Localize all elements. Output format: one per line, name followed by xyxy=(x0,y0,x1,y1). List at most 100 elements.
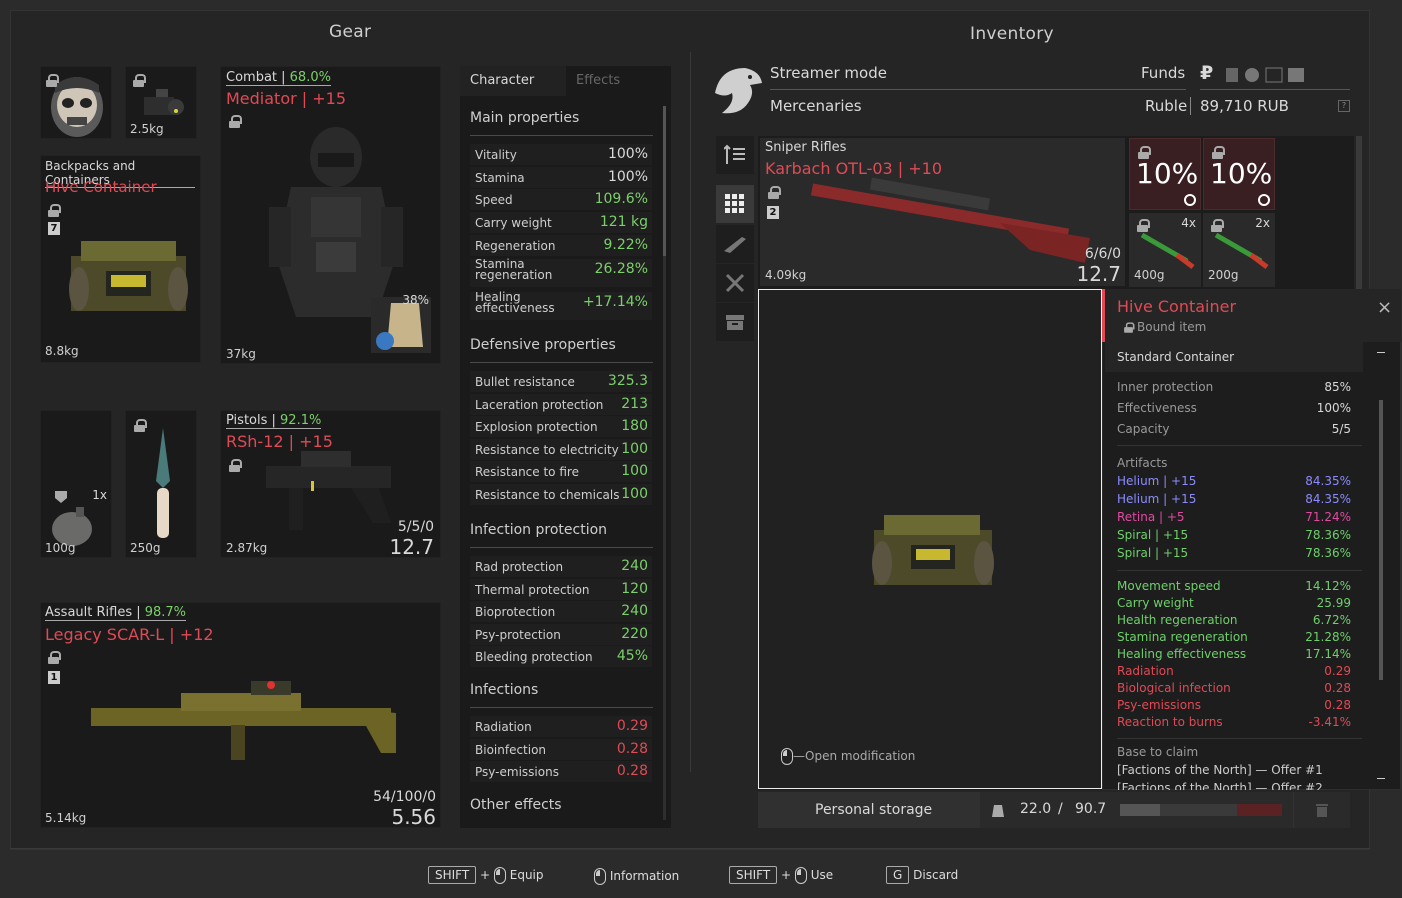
info-value: 84.35% xyxy=(1305,492,1351,506)
grid-view-button[interactable] xyxy=(716,185,754,223)
lock-icon xyxy=(133,74,146,87)
energy-cell-item[interactable]: 10% xyxy=(1203,138,1275,210)
grenade-count: 1x xyxy=(92,488,107,502)
mouse-icon xyxy=(781,748,793,765)
sort-icon xyxy=(724,144,745,164)
info-key: Biological infection xyxy=(1117,681,1231,695)
property-name: Stamina regeneration xyxy=(475,257,553,282)
info-row: Helium | +15 84.35% xyxy=(1117,474,1351,491)
lock-icon xyxy=(1124,322,1135,333)
property-value: 26.28% xyxy=(594,261,648,277)
lock-icon xyxy=(768,186,781,199)
collapse-icon[interactable] xyxy=(1377,352,1385,353)
info-row: Effectiveness 100% xyxy=(1117,401,1351,418)
rifle-icon xyxy=(724,237,746,253)
backpack-slot[interactable]: Backpacks and Containers Hive Container … xyxy=(40,155,201,363)
rifle-name: Legacy SCAR-L | +12 xyxy=(45,625,214,644)
info-scrollbar[interactable] xyxy=(1379,400,1383,680)
property-name: Psy-emissions xyxy=(475,765,559,780)
tools-filter-button[interactable] xyxy=(716,264,754,302)
rifle-category: Assault Rifles | 98.7% xyxy=(45,605,187,621)
info-row: Healing effectiveness 17.14% xyxy=(1117,647,1351,664)
info-key: Spiral | +15 xyxy=(1117,546,1189,560)
device-slot[interactable]: 2.5kg xyxy=(125,66,197,139)
open-modification-hint[interactable]: —Open modification xyxy=(781,748,915,765)
item-weight: 200g xyxy=(1208,268,1239,282)
sniper-rifle-icon xyxy=(810,177,1090,263)
rifle-slot[interactable]: Assault Rifles | 98.7% Legacy SCAR-L | +… xyxy=(40,602,441,829)
streamer-mode-label[interactable]: Streamer mode xyxy=(770,64,887,82)
inventory-scrollbar[interactable] xyxy=(1356,136,1362,289)
current-weight: 22.0 xyxy=(1020,801,1052,817)
info-value: 14.12% xyxy=(1305,579,1351,593)
tab-effects[interactable]: Effects xyxy=(576,73,620,88)
backpack-name: Hive Container xyxy=(45,178,157,196)
info-key: Retina | +5 xyxy=(1117,510,1185,524)
container-type-label: Standard Container xyxy=(1117,350,1235,364)
sniper-caliber: 12.7 xyxy=(1076,262,1121,286)
sniper-category: Sniper Rifles xyxy=(765,140,847,155)
plate-durability: 38% xyxy=(402,293,429,307)
trash-icon xyxy=(1316,804,1328,817)
clock-icon xyxy=(1258,194,1270,206)
property-name: Bleeding protection xyxy=(475,650,593,665)
property-value: 240 xyxy=(621,603,648,620)
trash-button[interactable] xyxy=(1293,792,1350,828)
scrollbar[interactable] xyxy=(663,106,666,820)
property-row: Resistance to electricity 100 xyxy=(470,438,652,460)
property-row: Psy-protection 220 xyxy=(470,623,652,645)
info-key: Psy-emissions xyxy=(1117,698,1201,712)
pistol-icon xyxy=(266,451,391,530)
g-key: G xyxy=(886,866,910,884)
weapons-filter-button[interactable] xyxy=(716,225,754,263)
grenade-slot[interactable]: 1x 100g xyxy=(40,410,112,558)
grenade-stack-item[interactable]: 2x 200g xyxy=(1203,213,1275,287)
info-key: Capacity xyxy=(1117,422,1170,436)
tab-character[interactable]: Character xyxy=(460,66,566,96)
energy-cell-item[interactable]: 10% xyxy=(1129,138,1201,210)
armor-slot[interactable]: Combat | 68.0% Mediator | +15 38% 37kg xyxy=(220,66,441,364)
lock-icon xyxy=(48,651,61,664)
item-weight: 400g xyxy=(1134,268,1165,282)
ruble-icon: ₽ xyxy=(1200,62,1214,84)
property-value: 100 xyxy=(621,486,648,502)
inventory-title: Inventory xyxy=(970,24,1054,44)
level-badge: 2 xyxy=(767,206,779,219)
gear-title: Gear xyxy=(329,22,372,42)
info-value: 78.36% xyxy=(1305,546,1351,560)
property-row: Bullet resistance 325.3 xyxy=(470,371,652,392)
grenade-stack-item[interactable]: 4x 400g xyxy=(1129,213,1201,287)
ruble-value: 89,710 RUB xyxy=(1200,97,1289,115)
divider xyxy=(1117,738,1362,739)
close-icon[interactable]: × xyxy=(1377,297,1392,318)
helmet-slot[interactable] xyxy=(40,66,112,139)
info-row: Psy-emissions 0.28 xyxy=(1117,698,1351,715)
defensive-properties-title: Defensive properties xyxy=(470,337,653,363)
pistol-slot[interactable]: Pistols | 92.1% RSh-12 | +15 5/5/0 12.7 … xyxy=(220,410,441,559)
property-name: Bioinfection xyxy=(475,742,547,757)
device-weight: 2.5kg xyxy=(130,122,164,136)
info-value: 21.28% xyxy=(1305,630,1351,644)
property-name: Resistance to fire xyxy=(475,465,579,480)
help-icon[interactable]: ? xyxy=(1338,100,1350,112)
shift-key: SHIFT xyxy=(729,866,778,884)
property-row: Psy-emissions 0.28 xyxy=(470,761,652,783)
property-value: 100 xyxy=(621,440,648,457)
property-value: +17.14% xyxy=(582,294,648,310)
personal-storage-tab[interactable]: Personal storage xyxy=(758,792,980,828)
sort-button[interactable] xyxy=(716,136,754,174)
info-key: Movement speed xyxy=(1117,579,1221,593)
info-row: Retina | +5 71.24% xyxy=(1117,510,1351,527)
knife-slot[interactable]: 250g xyxy=(125,410,197,558)
box-icon xyxy=(726,315,744,330)
property-name: Laceration protection xyxy=(475,397,604,412)
info-value: 25.99 xyxy=(1316,596,1351,610)
sniper-rifle-item[interactable]: Sniper Rifles Karbach OTL-03 | +10 2 6/6… xyxy=(760,138,1125,286)
pistol-weight: 2.87kg xyxy=(226,541,268,555)
info-row: Spiral | +15 78.36% xyxy=(1117,528,1351,545)
hive-container-icon xyxy=(69,241,188,311)
property-name: Stamina xyxy=(475,170,525,185)
property-row: Laceration protection 213 xyxy=(470,393,652,415)
storage-filter-button[interactable] xyxy=(716,303,754,341)
funds-label: Funds xyxy=(1141,64,1186,82)
